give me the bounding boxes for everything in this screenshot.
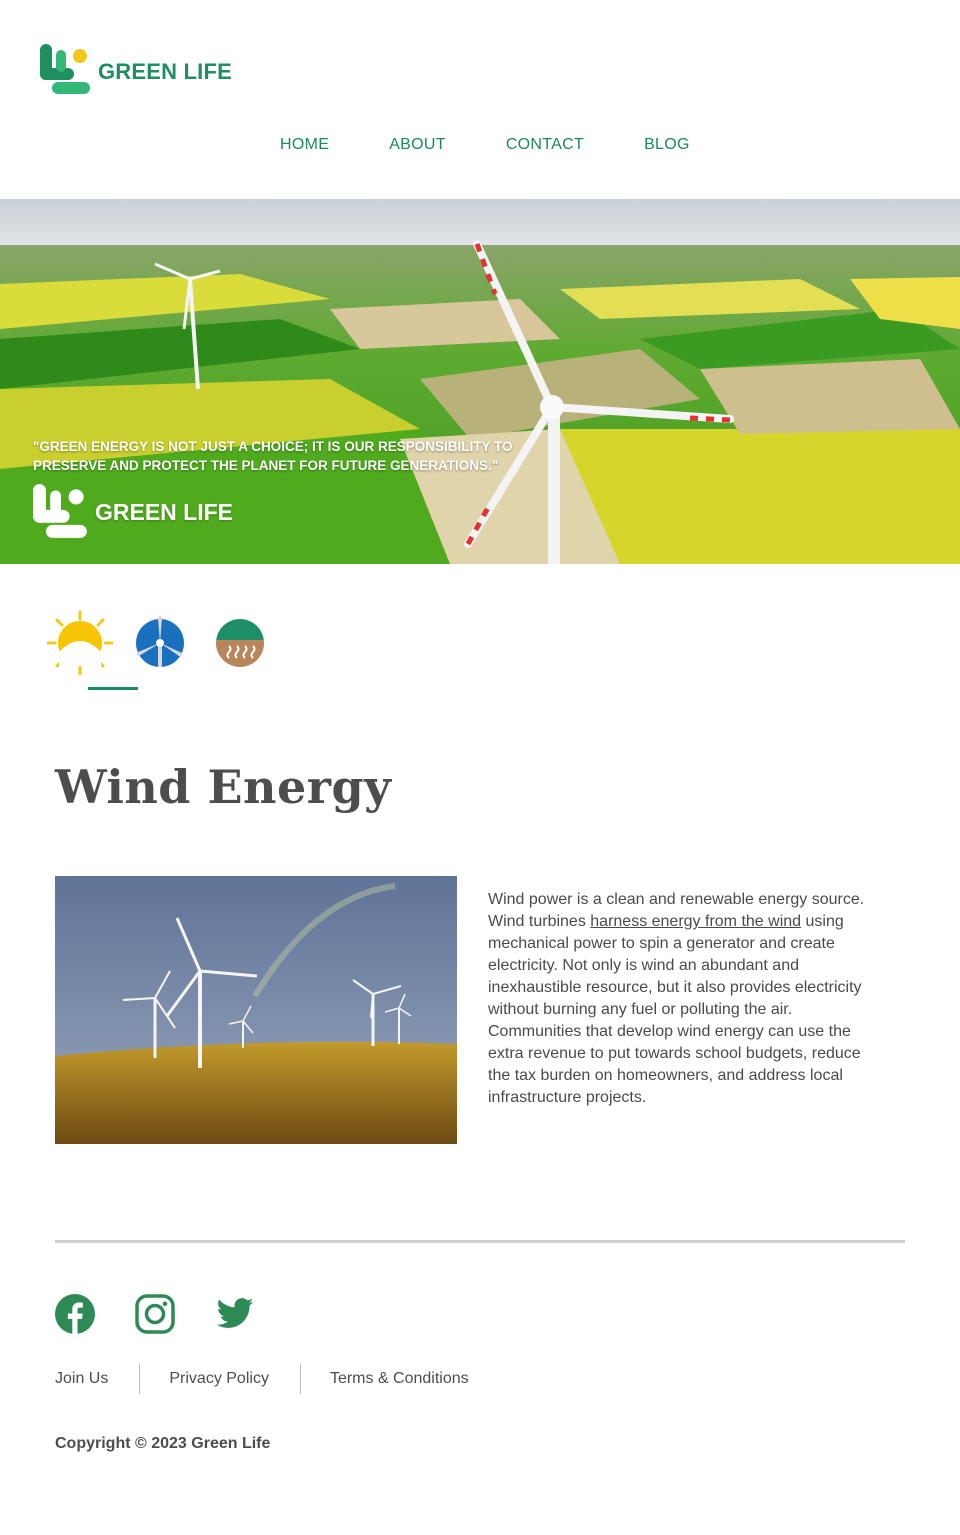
footer-link-privacy-policy[interactable]: Privacy Policy	[169, 1370, 269, 1388]
nav-blog[interactable]: BLOG	[644, 136, 690, 154]
twitter-icon[interactable]	[215, 1294, 255, 1334]
footer-link-terms[interactable]: Terms & Conditions	[330, 1370, 469, 1388]
footer-link-separator	[299, 1364, 301, 1394]
facebook-icon[interactable]	[55, 1294, 95, 1334]
footer-link-separator	[139, 1364, 141, 1394]
hero-quote: "GREEN ENERGY IS NOT JUST A CHOICE; IT I…	[33, 439, 513, 473]
geothermal-icon	[216, 619, 264, 667]
main-nav: HOME ABOUT CONTACT BLOG	[280, 136, 750, 154]
hero-brand-name: GREEN LIFE	[95, 498, 234, 525]
wind-turbine-icon	[136, 615, 184, 667]
nav-about[interactable]: ABOUT	[389, 136, 446, 154]
green-life-logo-icon	[33, 484, 89, 540]
tab-wind[interactable]	[127, 610, 193, 690]
section-title: Wind Energy	[55, 760, 392, 814]
footer-links: Join Us Privacy Policy Terms & Condition…	[55, 1364, 469, 1394]
energy-type-tabs	[47, 610, 287, 690]
copyright-text: Copyright © 2023 Green Life	[55, 1435, 271, 1452]
site-header: GREEN LIFE HOME ABOUT CONTACT BLOG	[0, 0, 960, 199]
social-links	[55, 1294, 255, 1334]
selected-tab-indicator	[88, 687, 138, 690]
section-body: Wind power is a clean and renewable ener…	[488, 889, 868, 1109]
brand-logo[interactable]: GREEN LIFE	[40, 44, 232, 100]
tab-solar[interactable]	[47, 610, 113, 690]
nav-contact[interactable]: CONTACT	[506, 136, 584, 154]
footer-link-join-us[interactable]: Join Us	[55, 1370, 108, 1388]
tab-geothermal[interactable]	[207, 610, 273, 690]
instagram-icon[interactable]	[135, 1294, 175, 1334]
hero-logo: GREEN LIFE	[33, 484, 233, 540]
brand-name: GREEN LIFE	[98, 59, 233, 84]
green-life-logo-icon	[40, 44, 92, 100]
body-text-end: using mechanical power to spin a generat…	[488, 913, 862, 1106]
nav-home[interactable]: HOME	[280, 136, 329, 154]
harness-energy-link[interactable]: harness energy from the wind	[590, 913, 801, 930]
sun-icon	[47, 610, 113, 676]
hero-banner: "GREEN ENERGY IS NOT JUST A CHOICE; IT I…	[0, 199, 960, 564]
footer-divider	[55, 1240, 905, 1243]
wind-turbines-photo	[55, 876, 457, 1144]
